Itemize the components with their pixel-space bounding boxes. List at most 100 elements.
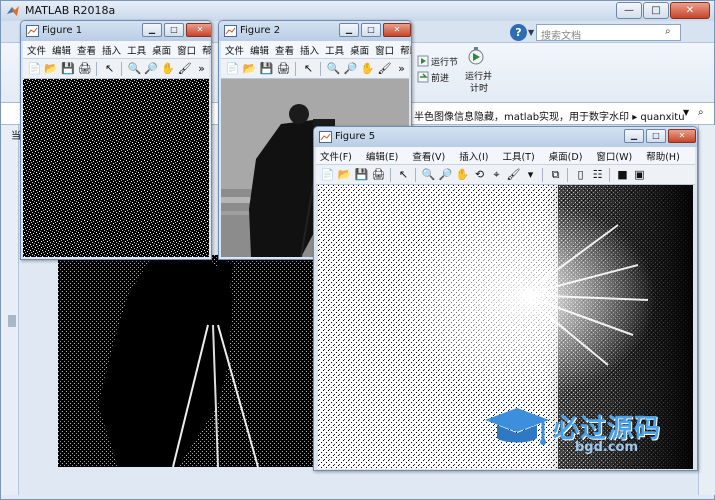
figure-5-maximize-button[interactable]: □ [646, 129, 666, 143]
path-dropdown-icon[interactable]: ▼ [683, 108, 689, 117]
hide-plot-tools-icon[interactable]: ■ [615, 167, 630, 182]
brush-icon[interactable]: 🖌 [377, 61, 392, 76]
current-folder-path[interactable]: 半色图像信息隐藏，matlab实现，用于数字水印 ▸ quanxitu [414, 108, 685, 123]
brush-icon[interactable]: 🖌 [177, 61, 192, 76]
right-panel-edge [698, 125, 715, 495]
menu-file[interactable]: 文件 [225, 43, 244, 57]
menu-insert[interactable]: 插入 [300, 43, 319, 57]
new-figure-icon[interactable]: 📄 [320, 167, 335, 182]
new-figure-icon[interactable]: 📄 [27, 61, 42, 76]
zoom-out-icon[interactable]: 🔎 [144, 61, 159, 76]
new-figure-icon[interactable]: 📄 [225, 61, 240, 76]
main-window-title: MATLAB R2018a [25, 4, 116, 17]
maximize-button[interactable]: □ [643, 2, 669, 19]
zoom-out-icon[interactable]: 🔎 [438, 167, 453, 182]
select-arrow-icon[interactable]: ↖ [102, 61, 117, 76]
menu-tools[interactable]: 工具(T) [502, 149, 534, 163]
menu-tools[interactable]: 工具 [325, 43, 344, 57]
figure-1-toolbar: 📄 📂 💾 🖨 ↖ 🔍 🔎 ✋ 🖌 » [23, 59, 209, 79]
figure-5-title-bar[interactable]: Figure 5 ▁ □ ✕ [314, 127, 697, 147]
link-plot-icon[interactable]: ⧉ [548, 167, 563, 182]
menu-edit[interactable]: 编辑(E) [366, 149, 398, 163]
menu-file[interactable]: 文件 [27, 43, 46, 57]
open-file-icon[interactable]: 📂 [44, 61, 59, 76]
run-and-time-label-line2[interactable]: 计时 [470, 81, 488, 94]
run-and-time-icon[interactable] [467, 46, 485, 66]
advance-label[interactable]: 前进 [431, 71, 449, 84]
figure-1-maximize-button[interactable]: □ [164, 23, 184, 37]
pan-hand-icon[interactable]: ✋ [360, 61, 375, 76]
zoom-in-icon[interactable]: 🔍 [326, 61, 341, 76]
close-button[interactable]: ✕ [670, 2, 710, 19]
help-icon[interactable]: ? [510, 24, 527, 41]
menu-window[interactable]: 窗口(W) [596, 149, 632, 163]
menu-window[interactable]: 窗口 [177, 43, 196, 57]
menu-view[interactable]: 查看 [275, 43, 294, 57]
print-icon[interactable]: 🖨 [276, 61, 291, 76]
menu-insert[interactable]: 插入 [102, 43, 121, 57]
zoom-out-icon[interactable]: 🔎 [343, 61, 358, 76]
colorbar-icon[interactable]: ▯ [573, 167, 588, 182]
figure-2-title-bar[interactable]: Figure 2 ▁ □ ✕ [219, 21, 411, 41]
figure-1-close-button[interactable]: ✕ [186, 23, 211, 37]
toolbar-separator [542, 167, 544, 182]
pan-hand-icon[interactable]: ✋ [455, 167, 470, 182]
figure-2-maximize-button[interactable]: □ [361, 23, 381, 37]
menu-desktop[interactable]: 桌面 [152, 43, 171, 57]
select-arrow-icon[interactable]: ↖ [396, 167, 411, 182]
open-file-icon[interactable]: 📂 [337, 167, 352, 182]
menu-desktop[interactable]: 桌面 [350, 43, 369, 57]
rotate-3d-icon[interactable]: ⟲ [472, 167, 487, 182]
save-icon[interactable]: 💾 [61, 61, 76, 76]
brush-dropdown-icon[interactable]: ▾ [523, 167, 538, 182]
brush-icon[interactable]: 🖌 [506, 167, 521, 182]
menu-file[interactable]: 文件(F) [320, 149, 352, 163]
toolbar-more-icon[interactable]: » [394, 61, 409, 76]
save-icon[interactable]: 💾 [354, 167, 369, 182]
path-search-icon[interactable]: ⌕ [698, 107, 704, 118]
print-icon[interactable]: 🖨 [371, 167, 386, 182]
figure-5-close-button[interactable]: ✕ [668, 129, 696, 143]
figure-5-controls: ▁ □ ✕ [624, 129, 696, 143]
menu-tools[interactable]: 工具 [127, 43, 146, 57]
menu-insert[interactable]: 插入(I) [459, 149, 488, 163]
figure-2-close-button[interactable]: ✕ [383, 23, 411, 37]
minimize-button[interactable]: — [616, 2, 642, 19]
open-file-icon[interactable]: 📂 [242, 61, 257, 76]
figure-5-minimize-button[interactable]: ▁ [624, 129, 644, 143]
menu-help[interactable]: 帮助 [202, 43, 211, 57]
left-scrollbar-thumb[interactable] [8, 315, 16, 327]
menu-edit[interactable]: 编辑 [52, 43, 71, 57]
figure-1-title-bar[interactable]: Figure 1 ▁ □ ✕ [21, 21, 211, 41]
menu-view[interactable]: 查看(V) [412, 149, 445, 163]
run-section-icon[interactable] [417, 55, 429, 67]
advance-icon[interactable] [417, 71, 429, 83]
zoom-in-icon[interactable]: 🔍 [127, 61, 142, 76]
pan-hand-icon[interactable]: ✋ [161, 61, 176, 76]
show-plot-tools-icon[interactable]: ▣ [632, 167, 647, 182]
save-icon[interactable]: 💾 [259, 61, 274, 76]
select-arrow-icon[interactable]: ↖ [301, 61, 316, 76]
search-icon[interactable]: ⌕ [665, 26, 671, 37]
data-cursor-icon[interactable]: ⌖ [489, 167, 504, 182]
print-icon[interactable]: 🖨 [77, 61, 92, 76]
menu-help[interactable]: 帮助(H) [646, 149, 680, 163]
legend-icon[interactable]: ☷ [590, 167, 605, 182]
figure-2-toolbar: 📄 📂 💾 🖨 ↖ 🔍 🔎 ✋ 🖌 » [221, 59, 409, 79]
figure-2-minimize-button[interactable]: ▁ [339, 23, 359, 37]
figure-1-window[interactable]: Figure 1 ▁ □ ✕ 文件 编辑 查看 插入 工具 桌面 窗口 帮助 »… [20, 20, 212, 260]
run-section-label[interactable]: 运行节 [431, 55, 458, 68]
search-documentation-input[interactable]: 搜索文档 [536, 24, 681, 42]
toolbar-separator [415, 167, 417, 182]
figure-2-title: Figure 2 [240, 25, 281, 36]
figure-1-minimize-button[interactable]: ▁ [142, 23, 162, 37]
menu-window[interactable]: 窗口 [375, 43, 394, 57]
menu-view[interactable]: 查看 [77, 43, 96, 57]
zoom-in-icon[interactable]: 🔍 [421, 167, 436, 182]
menu-edit[interactable]: 编辑 [250, 43, 269, 57]
menu-help[interactable]: 帮助 [400, 43, 411, 57]
figure-icon [319, 131, 332, 143]
toolbar-more-icon[interactable]: » [194, 61, 209, 76]
help-dropdown-icon[interactable]: ▼ [528, 28, 534, 37]
menu-desktop[interactable]: 桌面(D) [549, 149, 583, 163]
